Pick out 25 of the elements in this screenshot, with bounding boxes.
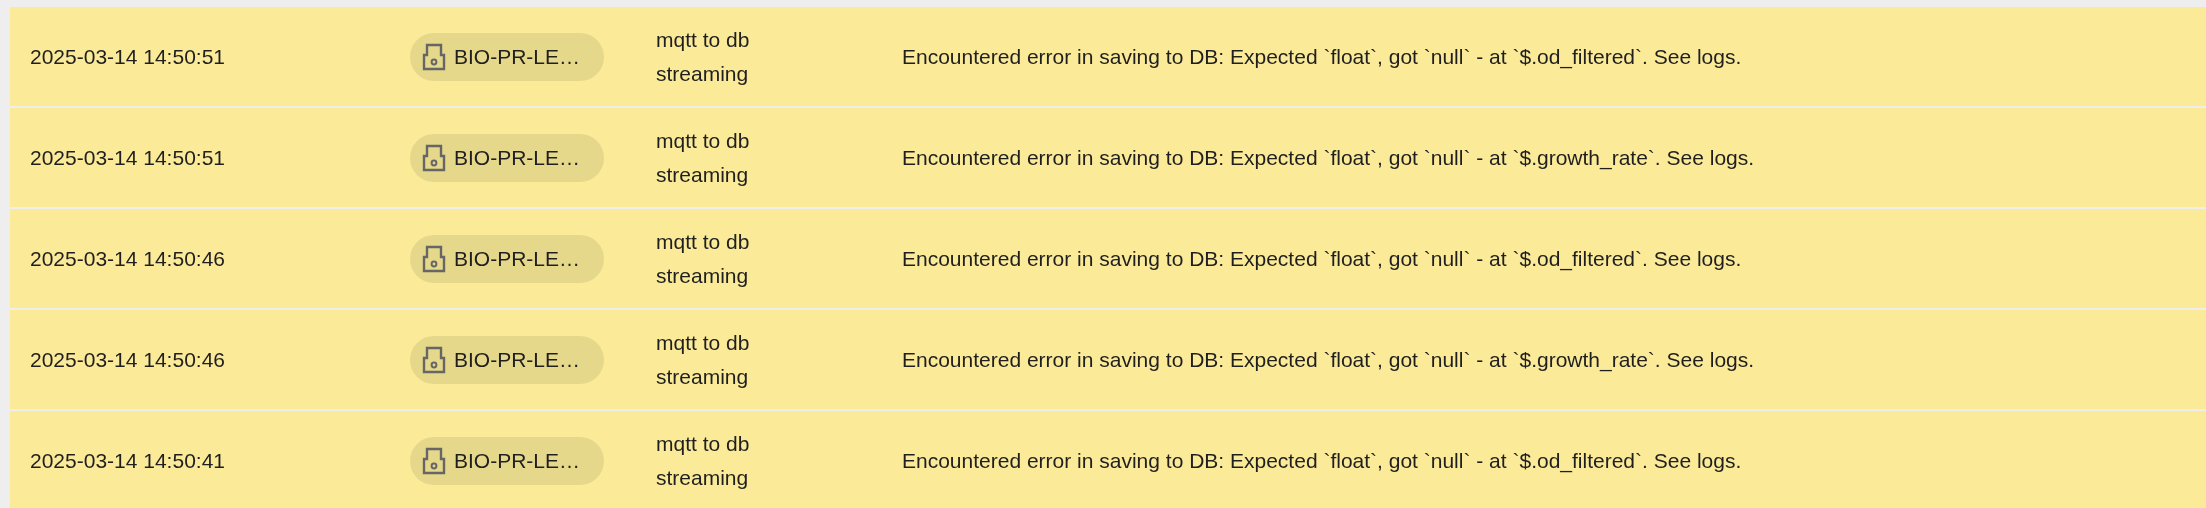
source-text: mqtt to db streaming <box>656 127 751 188</box>
device-icon <box>422 345 446 374</box>
device-icon <box>422 143 446 172</box>
source-text: mqtt to db streaming <box>656 26 751 87</box>
error-message: Encountered error in saving to DB: Expected `float`, got `null` - at `$.od_filtered`. See logs. <box>902 448 1743 473</box>
device-chip[interactable]: BIO-PR-LE… <box>410 32 605 81</box>
timestamp: 2025-03-14 14:50:46 <box>30 246 226 271</box>
source-text: mqtt to db streaming <box>656 430 751 491</box>
timestamp: 2025-03-14 14:50:46 <box>30 347 226 372</box>
timestamp: 2025-03-14 14:50:41 <box>30 448 226 473</box>
timestamp: 2025-03-14 14:50:51 <box>30 44 226 69</box>
error-message: Encountered error in saving to DB: Expected `float`, got `null` - at `$.growth_rate`. See logs. <box>902 347 1756 372</box>
device-chip[interactable]: BIO-PR-LE… <box>410 133 605 182</box>
device-chip[interactable]: BIO-PR-LE… <box>410 335 605 384</box>
timestamp: 2025-03-14 14:50:51 <box>30 145 226 170</box>
source-text: mqtt to db streaming <box>656 329 751 390</box>
device-chip[interactable]: BIO-PR-LE… <box>410 234 605 283</box>
device-icon <box>422 42 446 71</box>
device-chip[interactable]: BIO-PR-LE… <box>410 436 605 485</box>
device-icon <box>422 244 446 273</box>
error-message: Encountered error in saving to DB: Expected `float`, got `null` - at `$.od_filtered`. See logs. <box>902 44 1743 69</box>
source-text: mqtt to db streaming <box>656 228 751 289</box>
device-icon <box>422 446 446 475</box>
error-message: Encountered error in saving to DB: Expected `float`, got `null` - at `$.od_filtered`. See logs. <box>902 246 1743 271</box>
error-message: Encountered error in saving to DB: Expected `float`, got `null` - at `$.growth_rate`. See logs. <box>902 145 1756 170</box>
